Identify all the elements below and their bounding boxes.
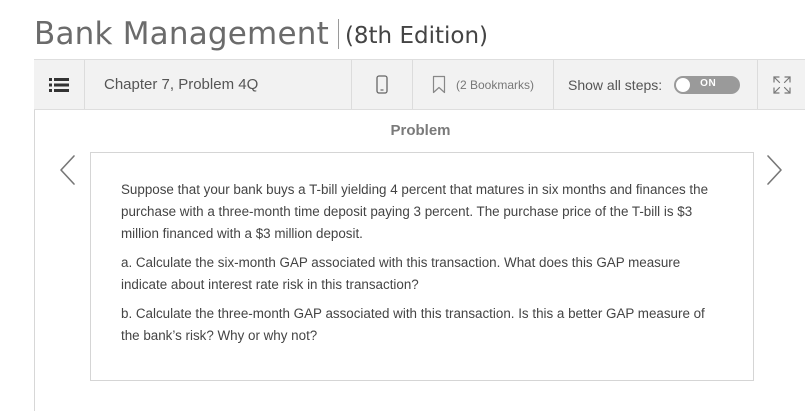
show-steps-control: Show all steps: ON <box>554 60 757 109</box>
show-steps-label: Show all steps: <box>568 76 663 93</box>
show-steps-toggle[interactable]: ON <box>674 75 741 94</box>
expand-button[interactable] <box>758 60 805 109</box>
toggle-knob <box>676 77 691 92</box>
problem-part-b: b. Calculate the three-month GAP associa… <box>121 306 705 343</box>
bookmarks-count: (2 Bookmarks) <box>455 77 535 92</box>
book-title-text: Bank Management <box>34 16 329 52</box>
section-heading: Problem <box>390 122 451 139</box>
chapter-label: Chapter 7, Problem 4Q <box>104 76 259 93</box>
chapter-selector[interactable]: Chapter 7, Problem 4Q <box>85 60 351 109</box>
mobile-device-icon <box>376 75 388 94</box>
page-root: Bank Management (8th Edition) Chapter 7,… <box>0 0 805 411</box>
mobile-view-button[interactable] <box>352 60 412 109</box>
menu-button[interactable] <box>34 60 84 109</box>
problem-part-a: a. Calculate the six-month GAP associate… <box>121 255 681 292</box>
bookmarks-button[interactable]: (2 Bookmarks) <box>413 60 553 109</box>
problem-intro: Suppose that your bank buys a T-bill yie… <box>121 182 709 241</box>
list-menu-icon <box>49 77 69 92</box>
toggle-state: ON <box>700 77 717 89</box>
chevron-right-icon[interactable] <box>763 153 787 187</box>
book-title: Bank Management (8th Edition) <box>34 10 488 58</box>
title-divider <box>337 19 339 49</box>
chevron-left-icon[interactable] <box>55 153 79 187</box>
expand-fullscreen-icon <box>772 75 791 94</box>
book-edition: (8th Edition) <box>344 23 489 49</box>
problem-box: Suppose that your bank buys a T-bill yie… <box>90 152 754 381</box>
content-area: Problem Suppose that your bank buys a T-… <box>34 110 805 411</box>
bookmark-icon <box>432 75 446 94</box>
toolbar: Chapter 7, Problem 4Q (2 Bookmarks) Show… <box>34 59 805 110</box>
